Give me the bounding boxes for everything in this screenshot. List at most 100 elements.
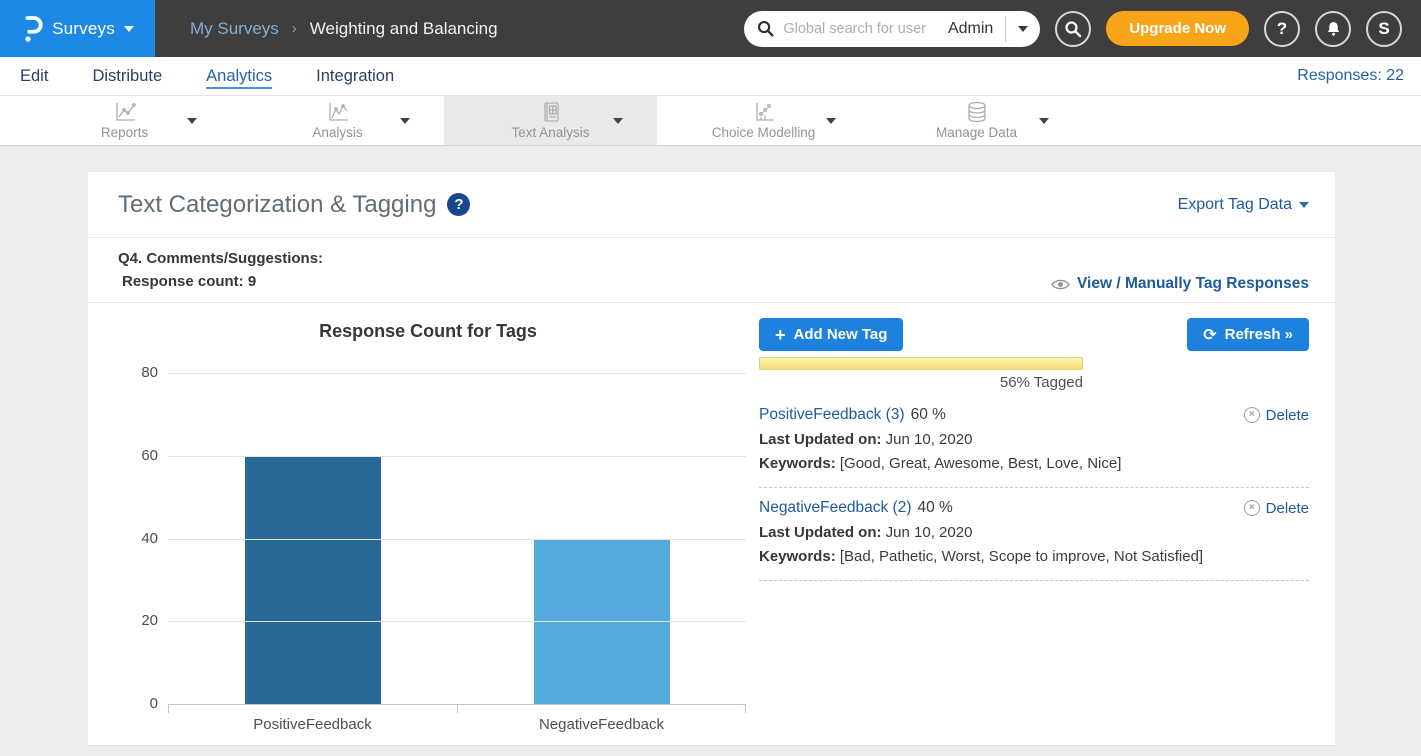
delete-label: Delete: [1266, 500, 1309, 517]
text-analysis-icon: [540, 101, 562, 123]
tag-head: NegativeFeedback (2) 40 % × Delete: [759, 499, 1309, 517]
add-new-tag-button[interactable]: + Add New Tag: [759, 318, 903, 351]
refresh-label: Refresh »: [1225, 326, 1293, 343]
keywords-label: Keywords:: [759, 455, 836, 472]
circle-x-icon: ×: [1244, 407, 1260, 423]
upgrade-now-button[interactable]: Upgrade Now: [1106, 11, 1249, 46]
tag-entry-positive: PositiveFeedback (3) 60 % × Delete Last …: [759, 395, 1309, 488]
keywords-value: [Good, Great, Awesome, Best, Love, Nice]: [840, 455, 1122, 472]
tag-entry-negative: NegativeFeedback (2) 40 % × Delete Last …: [759, 488, 1309, 581]
product-name: Surveys: [52, 19, 115, 39]
text-tagging-card: Text Categorization & Tagging ? Export T…: [88, 172, 1335, 746]
nav-item-analytics[interactable]: Analytics: [206, 67, 272, 86]
tag-percent: 40 %: [918, 499, 953, 517]
view-manually-tag-link[interactable]: View / Manually Tag Responses: [1051, 275, 1309, 293]
question-mark-icon: ?: [1277, 19, 1287, 39]
refresh-icon: ⟳: [1203, 327, 1216, 343]
questionpro-logo-icon: [21, 15, 43, 43]
question-label: Q4. Comments/Suggestions:: [118, 247, 323, 270]
search-scope-caret-icon[interactable]: [1018, 26, 1028, 32]
search-input[interactable]: [783, 21, 944, 37]
y-axis-tick-label: 60: [120, 447, 158, 464]
tab-label: Text Analysis: [511, 125, 589, 140]
search-scope[interactable]: Admin: [944, 20, 1005, 38]
breadcrumb-separator-icon: ›: [292, 20, 297, 37]
tab-label: Reports: [101, 125, 148, 140]
gridline: [168, 621, 746, 622]
top-header: Surveys My Surveys › Weighting and Balan…: [0, 0, 1421, 57]
tab-caret-icon[interactable]: [1039, 118, 1049, 124]
x-axis-tick: [457, 704, 458, 713]
updated-label: Last Updated on:: [759, 431, 882, 448]
updated-value: Jun 10, 2020: [886, 431, 973, 448]
nav-item-distribute[interactable]: Distribute: [92, 67, 162, 86]
app-logo-menu[interactable]: Surveys: [0, 0, 155, 57]
responses-count[interactable]: Responses: 22: [1297, 67, 1404, 85]
tag-actions: + Add New Tag ⟳ Refresh »: [759, 318, 1309, 351]
tab-reports[interactable]: Reports: [18, 96, 231, 145]
tab-analysis[interactable]: Analysis: [231, 96, 444, 145]
tab-caret-icon[interactable]: [187, 118, 197, 124]
y-axis-tick-label: 40: [120, 530, 158, 547]
help-button[interactable]: ?: [1264, 11, 1300, 47]
plus-icon: +: [775, 326, 786, 344]
header-search-button[interactable]: [1055, 11, 1091, 47]
analysis-chart-icon: [325, 101, 351, 123]
nav-item-edit[interactable]: Edit: [20, 67, 48, 86]
tag-keywords-line: Keywords: [Good, Great, Awesome, Best, L…: [759, 455, 1309, 472]
y-axis-tick-label: 20: [120, 612, 158, 629]
tab-choice-modelling[interactable]: Choice Modelling: [657, 96, 870, 145]
x-axis-label: NegativeFeedback: [457, 716, 746, 733]
delete-label: Delete: [1266, 407, 1309, 424]
updated-value: Jun 10, 2020: [886, 524, 973, 541]
nav-item-integration[interactable]: Integration: [316, 67, 394, 86]
card-header: Text Categorization & Tagging ? Export T…: [88, 172, 1335, 238]
tag-updated-line: Last Updated on: Jun 10, 2020: [759, 431, 1309, 448]
notifications-button[interactable]: [1315, 11, 1351, 47]
choice-modelling-icon: [751, 101, 777, 123]
refresh-button[interactable]: ⟳ Refresh »: [1187, 318, 1309, 351]
x-axis-tick: [745, 704, 746, 713]
chart-title: Response Count for Tags: [110, 321, 746, 342]
analytics-tabstrip: Reports Analysis Text Analysis Choice Mo…: [0, 96, 1421, 146]
gridline: [168, 456, 746, 457]
tagged-progress-bar: [759, 357, 1083, 370]
tab-caret-icon[interactable]: [613, 118, 623, 124]
question-row: Q4. Comments/Suggestions: Response count…: [88, 238, 1335, 303]
global-search: Admin: [744, 11, 1040, 47]
tab-caret-icon[interactable]: [826, 118, 836, 124]
tag-keywords-line: Keywords: [Bad, Pathetic, Worst, Scope t…: [759, 548, 1309, 565]
breadcrumb: My Surveys › Weighting and Balancing: [190, 19, 498, 39]
tab-manage-data[interactable]: Manage Data: [870, 96, 1083, 145]
breadcrumb-parent[interactable]: My Surveys: [190, 19, 279, 39]
tags-section: + Add New Tag ⟳ Refresh » 56% Tagged Pos…: [737, 311, 1309, 733]
tab-caret-icon[interactable]: [400, 118, 410, 124]
export-tag-data-label: Export Tag Data: [1178, 196, 1292, 214]
export-caret-icon: [1299, 202, 1309, 208]
circle-x-icon: ×: [1244, 500, 1260, 516]
content-area: Text Categorization & Tagging ? Export T…: [0, 146, 1421, 746]
database-icon: [965, 101, 989, 123]
divider: [1005, 16, 1006, 42]
delete-tag-button[interactable]: × Delete: [1244, 407, 1309, 424]
title-help-icon[interactable]: ?: [447, 193, 470, 216]
gridline: [168, 373, 746, 374]
export-tag-data-button[interactable]: Export Tag Data: [1178, 196, 1309, 214]
header-actions: Admin Upgrade Now ? S: [744, 11, 1421, 47]
search-icon: [757, 20, 774, 37]
delete-tag-button[interactable]: × Delete: [1244, 500, 1309, 517]
line-chart-icon: [112, 101, 138, 123]
eye-icon: [1051, 278, 1070, 291]
response-count: Response count: 9: [118, 270, 323, 293]
bell-icon: [1325, 20, 1342, 37]
y-axis-tick-label: 80: [120, 364, 158, 381]
tag-name-link[interactable]: PositiveFeedback (3): [759, 406, 905, 424]
tab-text-analysis[interactable]: Text Analysis: [444, 96, 657, 145]
tag-name-link[interactable]: NegativeFeedback (2): [759, 499, 912, 517]
x-axis-label: PositiveFeedback: [168, 716, 457, 733]
tag-percent: 60 %: [911, 406, 946, 424]
chart-plot: 020406080: [168, 373, 746, 705]
page-title: Text Categorization & Tagging: [118, 191, 436, 219]
user-avatar[interactable]: S: [1366, 11, 1402, 47]
keywords-value: [Bad, Pathetic, Worst, Scope to improve,…: [840, 548, 1203, 565]
